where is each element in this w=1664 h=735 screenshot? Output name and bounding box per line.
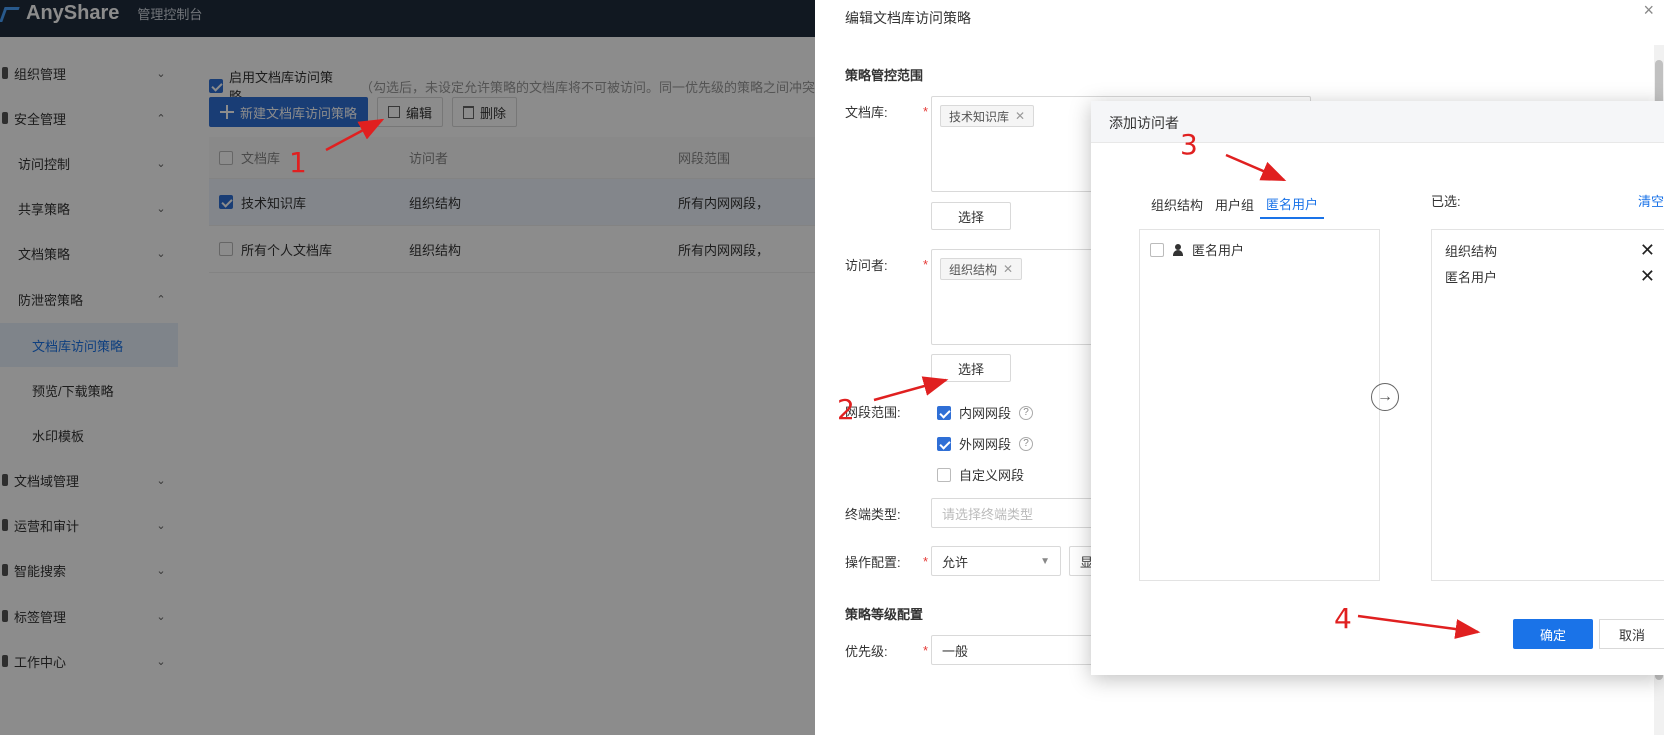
- candidate-label: 匿名用户: [1192, 243, 1245, 258]
- network-custom-checkbox[interactable]: [937, 467, 951, 482]
- visitor-tag-label: 组织结构: [949, 262, 998, 277]
- annotation-step-2: 2: [837, 393, 855, 426]
- add-visitor-modal: 添加访问者 组织结构 用户组 匿名用户 匿名用户 → 已选: 清空 组织结构 ✕ …: [1091, 101, 1664, 675]
- help-icon[interactable]: ?: [1019, 436, 1034, 451]
- selected-list: 组织结构 ✕ 匿名用户 ✕: [1431, 229, 1664, 581]
- operation-label: 操作配置:: [845, 555, 901, 570]
- annotation-step-1: 1: [289, 146, 307, 179]
- network-outer-label: 外网网段: [959, 437, 1012, 452]
- visitor-label: 访问者:: [845, 258, 888, 273]
- network-outer-checkbox[interactable]: [937, 436, 951, 451]
- scope-section-title: 策略管控范围: [845, 68, 924, 83]
- required-mark: *: [923, 257, 929, 272]
- close-icon[interactable]: ×: [1643, 0, 1654, 21]
- user-icon: [1172, 243, 1184, 256]
- library-select-button[interactable]: 选择: [931, 202, 1011, 230]
- selected-label: 已选:: [1431, 194, 1461, 209]
- tab-user-group[interactable]: 用户组: [1209, 189, 1260, 219]
- tab-anonymous[interactable]: 匿名用户: [1260, 189, 1325, 219]
- cancel-button[interactable]: 取消: [1599, 619, 1664, 649]
- list-item: 匿名用户 ✕: [1445, 266, 1655, 287]
- list-item[interactable]: 匿名用户: [1150, 240, 1244, 259]
- network-option[interactable]: 内网网段?: [937, 403, 1034, 422]
- selected-item-label: 组织结构: [1445, 244, 1498, 259]
- clear-link[interactable]: 清空: [1638, 191, 1664, 210]
- network-custom-label: 自定义网段: [959, 468, 1025, 483]
- operation-select[interactable]: 允许 ▼: [931, 546, 1061, 576]
- close-icon[interactable]: ✕: [1003, 262, 1013, 276]
- priority-label: 优先级:: [845, 644, 888, 659]
- network-option[interactable]: 外网网段?: [937, 434, 1034, 453]
- required-mark: *: [923, 554, 929, 569]
- visitor-tag: 组织结构 ✕: [940, 258, 1023, 280]
- required-mark: *: [923, 643, 929, 658]
- annotation-step-3: 3: [1180, 128, 1198, 161]
- library-tag: 技术知识库 ✕: [940, 105, 1035, 127]
- operation-value: 允许: [942, 554, 969, 570]
- modal-header: 添加访问者: [1091, 101, 1664, 143]
- chevron-down-icon: ▼: [1040, 555, 1050, 567]
- list-item: 组织结构 ✕: [1445, 240, 1655, 261]
- close-icon[interactable]: ✕: [1640, 266, 1655, 287]
- level-section-title: 策略等级配置: [845, 607, 924, 622]
- tab-org[interactable]: 组织结构: [1145, 189, 1209, 219]
- candidate-checkbox[interactable]: [1150, 242, 1164, 257]
- transfer-arrow-icon[interactable]: →: [1371, 383, 1399, 411]
- drawer-title: 编辑文档库访问策略: [845, 10, 971, 26]
- network-inner-checkbox[interactable]: [937, 405, 951, 420]
- visitor-select-button[interactable]: 选择: [931, 354, 1011, 382]
- library-label: 文档库:: [845, 105, 888, 120]
- close-icon[interactable]: ✕: [1640, 240, 1655, 261]
- help-icon[interactable]: ?: [1019, 405, 1034, 420]
- selected-item-label: 匿名用户: [1445, 270, 1498, 285]
- library-tag-label: 技术知识库: [949, 109, 1010, 124]
- required-mark: *: [923, 104, 929, 119]
- network-inner-label: 内网网段: [959, 406, 1012, 421]
- network-option[interactable]: 自定义网段: [937, 465, 1024, 484]
- ok-button[interactable]: 确定: [1513, 619, 1593, 649]
- visitor-tabs: 组织结构 用户组 匿名用户: [1145, 189, 1325, 219]
- annotation-step-4: 4: [1334, 602, 1352, 635]
- candidate-list: 匿名用户: [1139, 229, 1380, 581]
- close-icon[interactable]: ✕: [1015, 109, 1025, 123]
- terminal-label: 终端类型:: [845, 507, 901, 522]
- modal-title: 添加访问者: [1109, 115, 1179, 131]
